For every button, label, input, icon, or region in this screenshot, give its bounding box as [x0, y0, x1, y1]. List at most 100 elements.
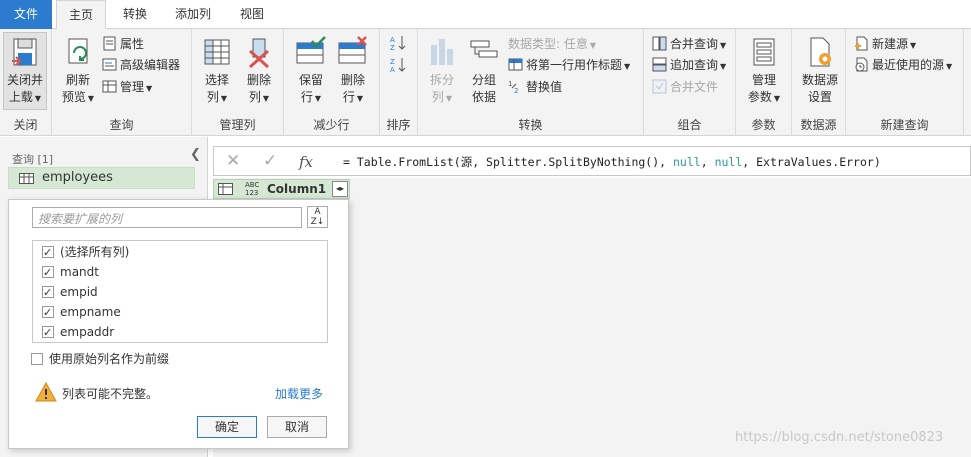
column-checkbox-list: (选择所有列) mandt empid empname empaddr [32, 240, 328, 343]
type-badge[interactable]: ABC 123 [245, 181, 259, 197]
keep-rows-button[interactable]: 保留 行 ▼ [292, 33, 330, 107]
checkbox-icon[interactable] [42, 303, 54, 323]
recent-sources-icon [855, 57, 868, 72]
expand-icon[interactable]: ◂▸ [332, 181, 348, 197]
manage-query-button[interactable]: 管理 ▼ [102, 77, 152, 97]
svg-text:1: 1 [508, 80, 512, 88]
data-type-dropdown[interactable]: 数据类型: 任意 ▼ [508, 34, 596, 54]
table-menu-icon[interactable] [218, 183, 233, 195]
load-more-link[interactable]: 加载更多 [275, 385, 323, 402]
checkbox-empname[interactable]: empname [42, 302, 121, 323]
new-source-button[interactable]: 新建源 ▼ [854, 34, 916, 54]
sort-descending-button[interactable]: ZA [389, 56, 409, 76]
group-by-icon [470, 40, 498, 58]
watermark-text: https://blog.csdn.net/stone0823 [735, 430, 944, 445]
group-parameters: 管理 参数 ▼ 参数 [736, 29, 792, 136]
group-label-reduce-rows: 减少行 [313, 118, 350, 132]
remove-columns-label-2: 列 ▼ [248, 90, 270, 104]
group-combine: 合并查询 ▼ 追加查询 ▼ 合并文件 组合 [644, 29, 736, 136]
choose-columns-button[interactable]: 选择 列 ▼ [198, 33, 236, 107]
group-new-query: 新建源 ▼ 最近使用的源 ▼ 新建查询 [846, 29, 964, 136]
group-label-parameters: 参数 [751, 118, 776, 132]
choose-columns-icon [204, 39, 230, 65]
ribbon-tab-bar: 文件 主页 转换 添加列 视图 [0, 0, 971, 30]
group-by-button[interactable]: 分组 依据 [464, 33, 504, 106]
group-label-close: 关闭 [13, 118, 38, 132]
svg-text:2: 2 [514, 87, 518, 94]
formula-bar: ✕ ✓ fx = Table.FromList(源, Splitter.Spli… [213, 146, 971, 176]
group-close: 关闭并 上载 ▼ 关闭 [0, 29, 52, 136]
chevron-down-icon: ▼ [720, 41, 727, 50]
checkbox-icon[interactable] [42, 263, 54, 283]
remove-rows-button[interactable]: 删除 行 ▼ [334, 33, 372, 107]
refresh-preview-button[interactable]: 刷新 预览 ▼ [58, 33, 98, 107]
close-and-load-button[interactable]: 关闭并 上载 ▼ [3, 32, 47, 110]
parameters-icon [753, 38, 775, 66]
use-first-row-as-headers-button[interactable]: 将第一行用作标题 ▼ [508, 55, 630, 75]
checkbox-icon[interactable] [42, 243, 54, 263]
data-source-settings-button[interactable]: 数据源 设置 [797, 33, 843, 106]
warning-text: 列表可能不完整。 [62, 387, 159, 401]
append-queries-button[interactable]: 追加查询 ▼ [652, 55, 726, 75]
close-load-label-1: 关闭并 [6, 73, 43, 87]
remove-rows-label-2: 行 ▼ [342, 90, 364, 104]
recent-sources-button[interactable]: 最近使用的源 ▼ [854, 55, 952, 75]
append-queries-icon [652, 57, 667, 72]
split-column-label-1: 拆分 [429, 73, 454, 87]
group-label-manage-columns: 管理列 [219, 118, 256, 132]
tab-add-column[interactable]: 添加列 [166, 0, 220, 29]
group-manage-columns: 选择 列 ▼ 删除 列 ▼ 管理列 [192, 29, 284, 136]
tab-home[interactable]: 主页 [56, 0, 106, 30]
cancel-icon[interactable]: ✕ [226, 151, 240, 171]
chevron-down-icon: ▼ [146, 84, 153, 93]
svg-text:Z: Z [390, 44, 395, 52]
group-label-query: 查询 [109, 118, 134, 132]
merge-queries-button[interactable]: 合并查询 ▼ [652, 34, 726, 54]
replace-values-button[interactable]: 1 2 替换值 [508, 77, 562, 97]
remove-rows-icon [338, 36, 367, 64]
use-prefix-checkbox[interactable]: 使用原始列名作为前缀 [31, 350, 169, 367]
cancel-button[interactable]: 取消 [267, 416, 327, 438]
check-icon[interactable]: ✓ [263, 151, 277, 171]
remove-columns-button[interactable]: 删除 列 ▼ [240, 33, 278, 107]
chevron-down-icon: ▼ [773, 94, 781, 103]
chevron-down-icon: ▼ [445, 94, 453, 103]
checkbox-select-all[interactable]: (选择所有列) [42, 242, 129, 263]
refresh-label-2: 预览 ▼ [61, 90, 95, 104]
close-load-label-2: 上载 ▼ [8, 90, 42, 104]
data-source-settings-icon [810, 37, 831, 67]
formula-text[interactable]: = Table.FromList(源, Splitter.SplitByNoth… [343, 154, 881, 170]
tab-transform[interactable]: 转换 [112, 0, 158, 29]
group-label-combine: 组合 [677, 118, 702, 132]
properties-button[interactable]: 属性 [102, 34, 144, 54]
checkbox-empaddr[interactable]: empaddr [42, 322, 114, 343]
tab-view[interactable]: 视图 [230, 0, 274, 29]
remove-columns-label-1: 删除 [246, 73, 271, 87]
column-header-column1[interactable]: ABC 123 Column1 ◂▸ [213, 179, 350, 199]
checkbox-icon[interactable] [42, 323, 54, 343]
chevron-down-icon: ▼ [946, 62, 953, 71]
group-label-sort: 排序 [386, 118, 411, 132]
combine-files-button[interactable]: 合并文件 [652, 77, 718, 97]
ok-button[interactable]: 确定 [197, 416, 257, 438]
function-icon[interactable]: fx [299, 153, 313, 171]
checkbox-mandt[interactable]: mandt [42, 262, 99, 283]
chevron-left-icon[interactable]: ❮ [190, 147, 201, 162]
combine-files-icon [652, 79, 667, 94]
chevron-down-icon: ▼ [720, 62, 727, 71]
chevron-down-icon: ▼ [87, 94, 95, 103]
sort-ascending-button[interactable]: AZ [389, 34, 409, 54]
table-icon [19, 173, 34, 184]
choose-columns-label-1: 选择 [204, 73, 229, 87]
keep-rows-icon [296, 36, 326, 64]
advanced-editor-button[interactable]: 高级编辑器 [102, 55, 180, 75]
tab-file[interactable]: 文件 [0, 0, 52, 29]
split-column-button[interactable]: 拆分 列 ▼ [422, 33, 462, 107]
checkbox-icon[interactable] [31, 353, 43, 365]
search-columns-input[interactable]: 搜索要扩展的列 [32, 207, 302, 228]
query-item-employees[interactable]: employees [8, 167, 195, 189]
manage-parameters-button[interactable]: 管理 参数 ▼ [744, 33, 784, 107]
checkbox-empid[interactable]: empid [42, 282, 98, 303]
checkbox-icon[interactable] [42, 283, 54, 303]
sort-az-icon[interactable]: A Z↓ [307, 206, 328, 228]
